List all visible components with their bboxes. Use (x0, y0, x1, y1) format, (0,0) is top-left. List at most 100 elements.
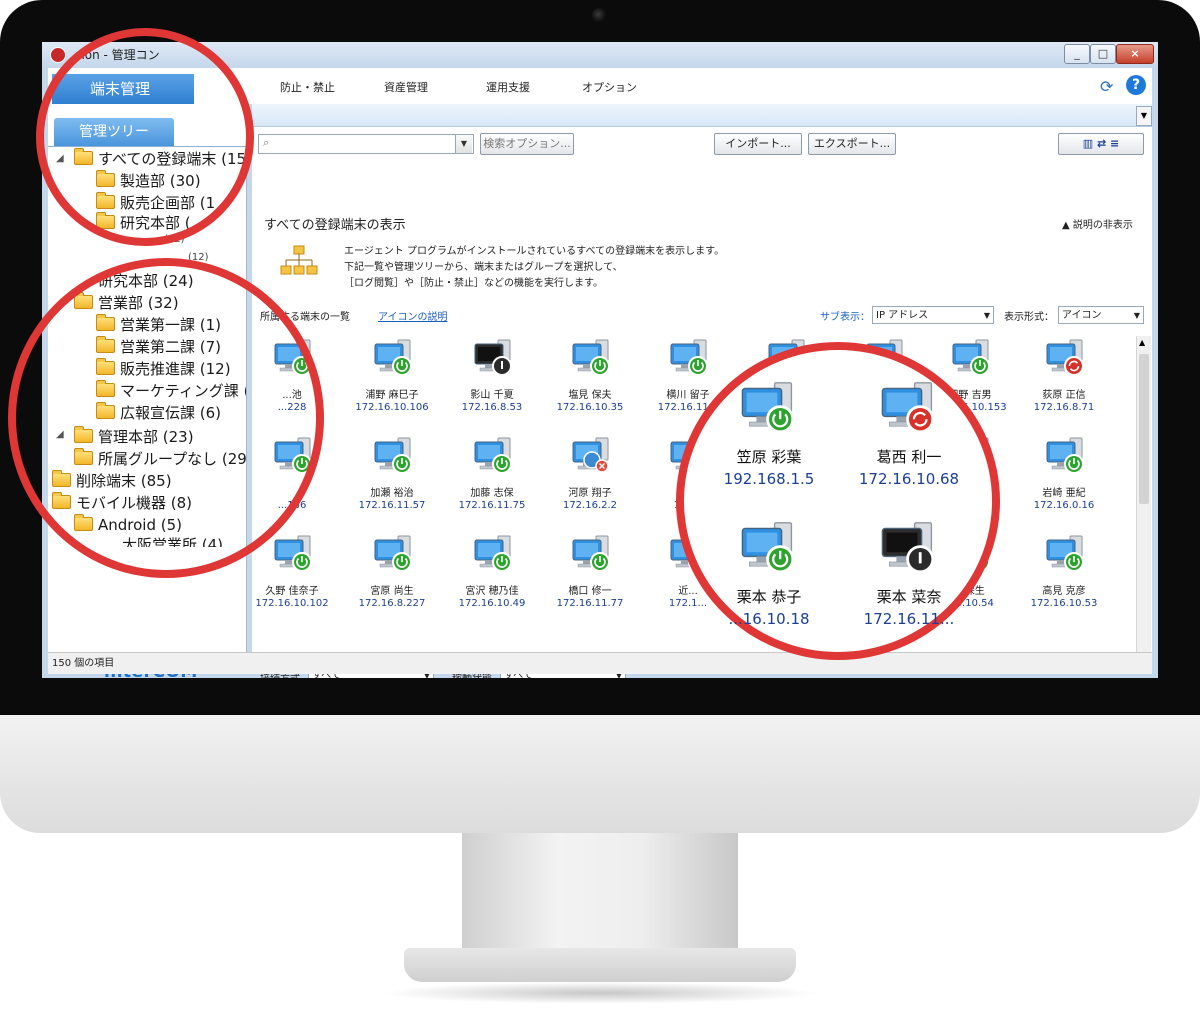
tree-node-research-partial[interactable]: 研究本部 ( (96, 212, 191, 233)
tree-node-manufacturing[interactable]: 製造部 (30) (96, 170, 201, 191)
scroll-up-icon[interactable]: ▲ (1139, 338, 1145, 347)
collapse-arrow-icon[interactable]: ◢ (56, 429, 64, 440)
tree-node-deleted[interactable]: 削除端末 (85) (52, 470, 172, 491)
computer-on-icon (372, 534, 416, 574)
device-item[interactable]: 河原 翔子 172.16.2.2 (540, 432, 640, 528)
computer-on-icon (766, 534, 810, 574)
export-button[interactable]: エクスポート... (808, 133, 896, 155)
icon-help-link[interactable]: アイコンの説明 (378, 308, 448, 323)
device-item[interactable] (834, 530, 934, 626)
device-item[interactable]: 近... 172.1... (638, 530, 738, 626)
search-options-button[interactable]: 検索オプション... (480, 133, 574, 155)
device-item[interactable] (736, 432, 836, 528)
menu-operation-support[interactable]: 運用支援 (486, 79, 530, 95)
device-item[interactable]: 岡野 吉男 172.16.10.153 (920, 334, 1020, 430)
computer-on-icon (668, 338, 712, 378)
device-item[interactable] (834, 334, 934, 430)
tree-node-research[interactable]: 研究本部 (24) (98, 271, 194, 291)
device-ip: 172.16.8.53 (461, 402, 523, 413)
device-item[interactable] (834, 432, 934, 528)
folder-trash-icon (52, 470, 71, 487)
device-name: 荻原 正信 (1042, 390, 1086, 401)
device-item[interactable]: ...一 ...182 (920, 432, 1020, 528)
search-input[interactable]: ⌕ ▼ (258, 134, 474, 154)
tree-node-pr[interactable]: 広報宣伝課 (6) (96, 402, 221, 423)
device-item[interactable] (736, 334, 836, 430)
vertical-scrollbar[interactable]: ▲ (1136, 336, 1151, 656)
device-item[interactable] (736, 530, 836, 626)
tree-node-all-devices[interactable]: すべての登録端末 (15 (74, 148, 246, 169)
tree-node-sales[interactable]: 営業部 (32) (74, 292, 179, 313)
refresh-icon[interactable]: ⟳ (1100, 77, 1113, 96)
sub-display-select[interactable]: IP アドレス ▼ (872, 306, 994, 324)
device-item[interactable]: 加藤 志保 172.16.11.75 (442, 432, 542, 528)
tree-node-marketing[interactable]: マーケティング課 (6) (96, 380, 246, 401)
device-item[interactable]: ...保生 ...6.10.54 (920, 530, 1020, 626)
device-ip: 172... (673, 500, 703, 511)
chart-icon: ▥ ⇄ ≡ (1082, 137, 1120, 150)
menu-asset-management[interactable]: 資産管理 (384, 79, 428, 95)
maximize-button[interactable]: □ (1090, 44, 1116, 64)
device-item[interactable]: 荻原 正信 172.16.8.71 (1014, 334, 1114, 430)
device-ip: ...6.10.54 (946, 598, 994, 609)
collapse-arrow-icon[interactable]: ◢ (56, 295, 64, 306)
device-item[interactable]: 浦野 麻巳子 172.16.10.106 (342, 334, 442, 430)
chevron-down-icon: ▼ (983, 311, 990, 320)
tree-node-sales-promo[interactable]: 販売推進課 (12) (96, 358, 231, 379)
computer-on-icon (950, 338, 994, 378)
computer-on-icon (864, 436, 908, 476)
device-item[interactable]: ...池 ...228 (242, 334, 342, 430)
device-ip: 172.16.11.9 (657, 402, 719, 413)
device-name: 皆... (678, 488, 698, 499)
tab-device-management[interactable]: 端末管理 (52, 74, 194, 104)
collapse-arrow-icon[interactable]: ◢ (56, 153, 64, 164)
device-ip: 172.16.10.102 (255, 598, 329, 609)
tree-node-sales-2[interactable]: 営業第二課 (7) (96, 336, 221, 357)
view-toggle-button[interactable]: ▥ ⇄ ≡ (1058, 133, 1144, 155)
device-name: 宮原 尚生 (370, 586, 414, 597)
import-button[interactable]: インポート... (714, 133, 802, 155)
folder-icon (96, 314, 115, 331)
computer-on-icon (668, 534, 712, 574)
device-item[interactable]: 皆... 172... (638, 432, 738, 528)
computer-on-icon (570, 534, 614, 574)
close-button[interactable]: × (1116, 44, 1154, 64)
ribbon-expand-button[interactable]: ▼ (1136, 106, 1152, 126)
device-item[interactable]: 岩崎 亜紀 172.16.0.16 (1014, 432, 1114, 528)
section-title: すべての登録端末の表示 (264, 218, 406, 233)
folder-icon (96, 336, 115, 353)
display-format-select[interactable]: アイコン ▼ (1058, 306, 1144, 324)
tree-node-sales-1[interactable]: 営業第一課 (1) (96, 314, 221, 335)
device-item[interactable]: 塩見 保夫 172.16.10.35 (540, 334, 640, 430)
minimize-button[interactable]: _ (1064, 44, 1090, 64)
tree-node-android[interactable]: Android (5) (74, 514, 182, 535)
device-item[interactable]: 久野 佳奈子 172.16.10.102 (242, 530, 342, 626)
menu-options[interactable]: オプション (582, 79, 637, 95)
tab-management-tree[interactable]: 管理ツリー (54, 118, 174, 146)
tree-node-mobile[interactable]: モバイル機器 (8) (52, 492, 192, 513)
mobile-icon (52, 492, 71, 509)
device-item[interactable]: 加瀬 裕治 172.16.11.57 (342, 432, 442, 528)
chevron-down-icon[interactable]: ▼ (455, 135, 472, 153)
scroll-thumb[interactable] (1139, 354, 1149, 504)
tree-node-no-group[interactable]: 所属グループなし (29) (74, 448, 246, 469)
device-item[interactable]: 影山 千夏 172.16.8.53 (442, 334, 542, 430)
device-item[interactable]: 高見 克彦 172.16.10.53 (1014, 530, 1114, 626)
device-item[interactable]: 橋口 修一 172.16.11.77 (540, 530, 640, 626)
tree-node-osaka[interactable]: 大阪営業所 (4) (122, 535, 223, 547)
help-icon[interactable]: ? (1126, 75, 1146, 95)
tree-node-sales-planning[interactable]: 販売企画部 (1 (96, 192, 215, 213)
device-item[interactable]: 宮原 尚生 172.16.8.227 (342, 530, 442, 626)
device-item[interactable]: 宮沢 穂乃佳 172.16.10.49 (442, 530, 542, 626)
device-item[interactable]: 横川 留子 172.16.11.9 (638, 334, 738, 430)
tree-node-admin[interactable]: 管理本部 (23) (74, 426, 194, 447)
menu-prevention[interactable]: 防止・禁止 (280, 79, 335, 95)
device-ip: 172.16.10.153 (933, 402, 1007, 413)
device-item[interactable]: ...186 (242, 432, 342, 528)
webcam (592, 8, 606, 22)
computer-on-icon (372, 436, 416, 476)
computer-on-icon (1044, 436, 1088, 476)
device-name: 久野 佳奈子 (265, 586, 319, 597)
hide-description-link[interactable]: ▲ 説明の非表示 (1062, 216, 1133, 231)
computer-on-icon (864, 534, 908, 574)
